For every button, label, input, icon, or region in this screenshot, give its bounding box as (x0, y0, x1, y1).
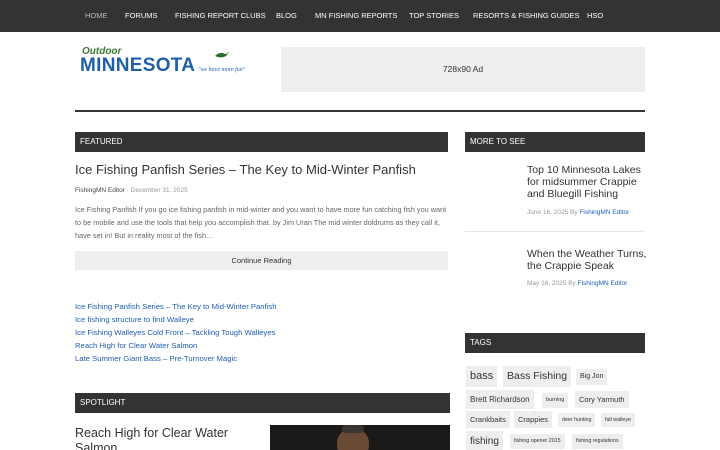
featured-post-title[interactable]: Ice Fishing Panfish Series – The Key to … (75, 162, 416, 177)
tag-big-jon[interactable]: Big Jon (576, 369, 608, 385)
nav-resorts-fishing-guides[interactable]: RESORTS & FISHING GUIDES (473, 0, 580, 32)
spotlight-section-header: SPOTLIGHT (75, 393, 450, 413)
sidebar-post-title-2[interactable]: When the Weather Turns, the Crappie Spea… (527, 248, 647, 272)
sidebar-post-date: May 16, 2025 (527, 280, 567, 287)
logo-tagline: "we have more fun" (198, 67, 246, 73)
nav-home[interactable]: HOME (85, 0, 108, 32)
loon-icon (215, 52, 229, 58)
tag-cory-yarmuth[interactable]: Cory Yarmuth (575, 391, 629, 408)
nav-top-stories[interactable]: TOP STORIES (409, 0, 459, 32)
tag-bass-fishing[interactable]: Bass Fishing (503, 366, 572, 387)
sidebar-post-author[interactable]: FishingMN Editor (578, 280, 628, 287)
nav-mn-fishing-reports[interactable]: MN FISHING REPORTS (315, 0, 397, 32)
sidebar-post-meta-1: June 16, 2025 By FishingMN Editor (527, 209, 629, 216)
tags-section-header: TAGS (465, 333, 645, 353)
more-link-2[interactable]: Ice fishing structure to find Walleye (75, 313, 277, 326)
sidebar-post-by: By (568, 280, 576, 287)
tag-fishing-regulations[interactable]: fishing regulations (572, 434, 623, 449)
sidebar-post-meta-2: May 16, 2025 By FishingMN Editor (527, 280, 627, 287)
more-link-3[interactable]: Ice Fishing Walleyes Cold Front – Tackli… (75, 326, 277, 339)
featured-post-excerpt: Ice Fishing Panfish If you go ice fishin… (75, 205, 447, 240)
sidebar-post-divider (465, 231, 645, 232)
continue-reading-button[interactable]: Continue Reading (75, 251, 448, 270)
featured-section-header: FEATURED (75, 132, 448, 152)
logo-text-minnesota: MINNESOTA (80, 55, 196, 76)
angler-cap-shape (342, 425, 364, 433)
sidebar-post-date: June 16, 2025 (527, 209, 569, 216)
nav-hso[interactable]: HSO (587, 0, 603, 32)
banner-ad[interactable]: 728x90 Ad (281, 47, 645, 92)
tag-bass[interactable]: bass (466, 366, 498, 387)
nav-forums[interactable]: FORUMS (125, 0, 158, 32)
top-navigation: HOME FORUMS FISHING REPORT CLUBS BLOG MN… (0, 0, 720, 32)
more-link-5[interactable]: Late Summer Giant Bass – Pre-Turnover Ma… (75, 352, 277, 365)
sidebar-post-author[interactable]: FishingMN Editor (579, 209, 629, 216)
tag-burning[interactable]: burning (542, 393, 569, 408)
featured-post-meta: FishingMN Editor · December 31, 2025 (75, 187, 188, 194)
tag-brett-richardson[interactable]: Brett Richardson (466, 390, 534, 409)
spotlight-post-title[interactable]: Reach High for Clear Water Salmon (75, 426, 255, 450)
featured-more-links: Ice Fishing Panfish Series – The Key to … (75, 300, 277, 365)
tag-fishing-opener-2015[interactable]: fishing opener 2015 (510, 434, 565, 449)
post-date: December 31, 2025 (130, 187, 188, 194)
site-logo[interactable]: Outdoor MINNESOTA "we have more fun" (80, 46, 265, 82)
tag-fall-walleye[interactable]: fall walleye (601, 413, 635, 427)
more-link-4[interactable]: Reach High for Clear Water Salmon (75, 339, 277, 352)
more-to-see-header: MORE TO SEE (465, 132, 645, 152)
sidebar-post-by: By (570, 209, 578, 216)
tag-deer-hunting[interactable]: deer hunting (558, 413, 596, 427)
nav-blog[interactable]: BLOG (276, 0, 297, 32)
tag-crappies[interactable]: Crappies (514, 411, 553, 428)
post-author[interactable]: FishingMN Editor (75, 187, 125, 194)
sidebar-post-title-1[interactable]: Top 10 Minnesota Lakes for midsummer Cra… (527, 164, 647, 200)
nav-fishing-report-clubs[interactable]: FISHING REPORT CLUBS (175, 0, 266, 32)
spotlight-image[interactable] (270, 425, 450, 450)
tag-fishing[interactable]: fishing (466, 431, 503, 450)
tag-crankbaits[interactable]: Crankbaits (466, 411, 510, 428)
header-divider (75, 110, 645, 112)
more-link-1[interactable]: Ice Fishing Panfish Series – The Key to … (75, 300, 277, 313)
